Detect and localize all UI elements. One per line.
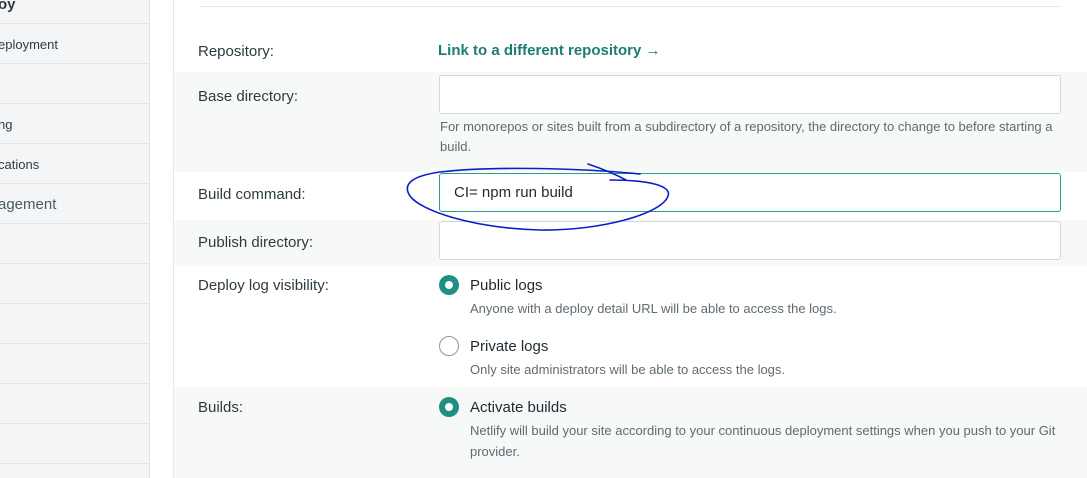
builds-label: Builds:	[198, 399, 244, 416]
activate-builds-radio[interactable]	[439, 397, 459, 417]
sidebar-item[interactable]	[0, 344, 149, 384]
sidebar-item[interactable]: ng	[0, 104, 149, 144]
base-directory-help: For monorepos or sites built from a subd…	[440, 119, 1053, 154]
build-command-input[interactable]	[439, 173, 1061, 212]
sidebar-item[interactable]	[0, 64, 149, 104]
link-different-repository[interactable]: Link to a different repository →	[438, 42, 661, 59]
base-directory-label: Base directory:	[198, 88, 299, 105]
private-logs-radio[interactable]	[439, 336, 459, 356]
public-logs-label[interactable]: Public logs	[470, 277, 543, 294]
public-logs-description: Anyone with a deploy detail URL will be …	[470, 301, 837, 316]
sidebar-section-management[interactable]: agement	[0, 184, 149, 224]
sidebar: oy eployment ng cations agement	[0, 0, 150, 478]
activate-builds-description: Netlify will build your site according t…	[470, 423, 1056, 459]
sidebar-item[interactable]	[0, 424, 149, 464]
private-logs-description: Only site administrators will be able to…	[470, 362, 786, 377]
sidebar-item[interactable]	[0, 464, 149, 478]
sidebar-item[interactable]	[0, 384, 149, 424]
sidebar-item[interactable]	[0, 264, 149, 304]
private-logs-label[interactable]: Private logs	[470, 338, 548, 355]
sidebar-item[interactable]	[0, 224, 149, 264]
repository-label: Repository:	[198, 43, 274, 60]
sidebar-item[interactable]	[0, 304, 149, 344]
sidebar-item-notifications[interactable]: cations	[0, 144, 149, 184]
activate-builds-label[interactable]: Activate builds	[470, 399, 567, 416]
publish-directory-label: Publish directory:	[198, 234, 314, 251]
build-command-label: Build command:	[198, 186, 306, 203]
divider	[199, 6, 1061, 7]
sidebar-item-deployment[interactable]: eployment	[0, 24, 149, 64]
publish-directory-input[interactable]	[439, 221, 1061, 260]
public-logs-radio[interactable]	[439, 275, 459, 295]
sidebar-title: oy	[0, 0, 149, 24]
deploy-log-visibility-label: Deploy log visibility:	[198, 277, 329, 294]
base-directory-input[interactable]	[439, 75, 1061, 114]
